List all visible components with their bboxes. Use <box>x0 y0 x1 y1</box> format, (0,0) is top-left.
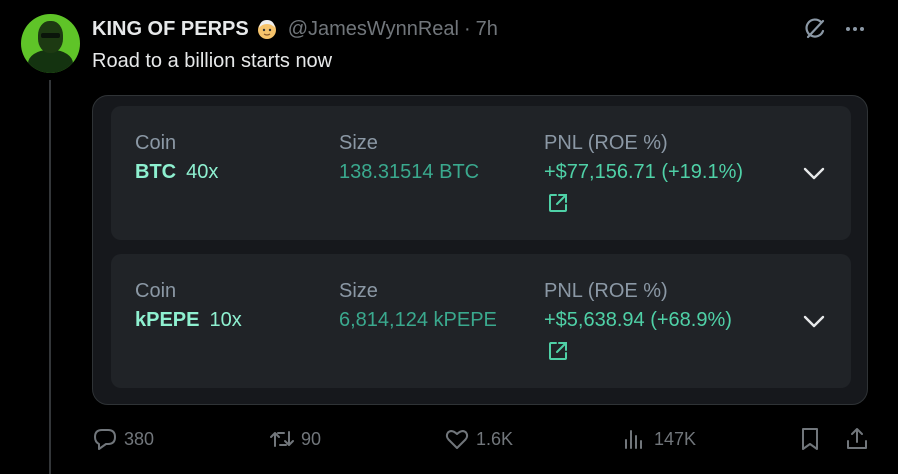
avatar-glasses <box>41 33 60 38</box>
pnl-value: +$5,638.94 (+68.9%) <box>544 309 732 331</box>
thread-line <box>49 80 51 474</box>
leverage: 40x <box>186 161 219 183</box>
share-button[interactable] <box>844 424 870 454</box>
more-icon[interactable] <box>842 16 868 42</box>
old-man-emoji-icon <box>256 18 278 40</box>
author-name[interactable]: KING OF PERPS <box>92 18 249 41</box>
leverage: 10x <box>209 309 242 331</box>
coin-name: kPEPE <box>135 309 200 331</box>
repost-button[interactable]: 90 <box>269 424 321 454</box>
views-icon <box>622 426 648 452</box>
views-button[interactable]: 147K <box>622 424 696 454</box>
coin-label: Coin <box>135 132 177 154</box>
size-value: 138.31514 BTC <box>339 161 480 183</box>
like-button[interactable]: 1.6K <box>444 424 513 454</box>
post-text: Road to a billion starts now <box>92 50 333 72</box>
chevron-down-icon[interactable] <box>801 308 827 334</box>
post-time[interactable]: 7h <box>476 18 498 41</box>
coin-name: BTC <box>135 161 177 183</box>
pnl-value: +$77,156.71 (+19.1%) <box>544 161 744 183</box>
bookmark-icon <box>797 426 823 452</box>
pnl-label: PNL (ROE %) <box>544 280 668 302</box>
avatar-body <box>28 50 73 73</box>
pnl-label: PNL (ROE %) <box>544 132 668 154</box>
chevron-down-icon[interactable] <box>801 160 827 186</box>
view-count: 147K <box>654 428 697 449</box>
grok-icon[interactable] <box>802 16 828 42</box>
author-handle[interactable]: @JamesWynnReal <box>288 18 459 41</box>
repost-icon <box>269 426 295 452</box>
external-link-icon[interactable] <box>547 340 569 362</box>
size-label: Size <box>339 132 378 154</box>
position-row-kpepe[interactable]: Coin Size PNL (ROE %) kPEPE 10x 6,814,124… <box>111 254 851 388</box>
separator: · <box>464 17 471 40</box>
post-header: KING OF PERPS @JamesWynnReal · 7h <box>92 16 498 42</box>
size-value: 6,814,124 kPEPE <box>339 309 497 331</box>
action-bar: 380 90 1.6K 147K <box>92 424 868 454</box>
coin-value: BTC 40x <box>135 161 218 184</box>
bookmark-button[interactable] <box>797 424 823 454</box>
share-icon <box>844 426 870 452</box>
reply-icon <box>92 426 118 452</box>
repost-count: 90 <box>301 428 322 449</box>
like-count: 1.6K <box>476 428 514 449</box>
positions-card: Coin Size PNL (ROE %) BTC 40x 138.31514 B… <box>92 95 868 405</box>
external-link-icon[interactable] <box>547 192 569 214</box>
avatar[interactable] <box>21 14 80 73</box>
coin-value: kPEPE 10x <box>135 309 242 332</box>
like-icon <box>444 426 470 452</box>
reply-count: 380 <box>124 428 155 449</box>
size-label: Size <box>339 280 378 302</box>
coin-label: Coin <box>135 280 177 302</box>
reply-button[interactable]: 380 <box>92 424 154 454</box>
position-row-btc[interactable]: Coin Size PNL (ROE %) BTC 40x 138.31514 B… <box>111 106 851 240</box>
